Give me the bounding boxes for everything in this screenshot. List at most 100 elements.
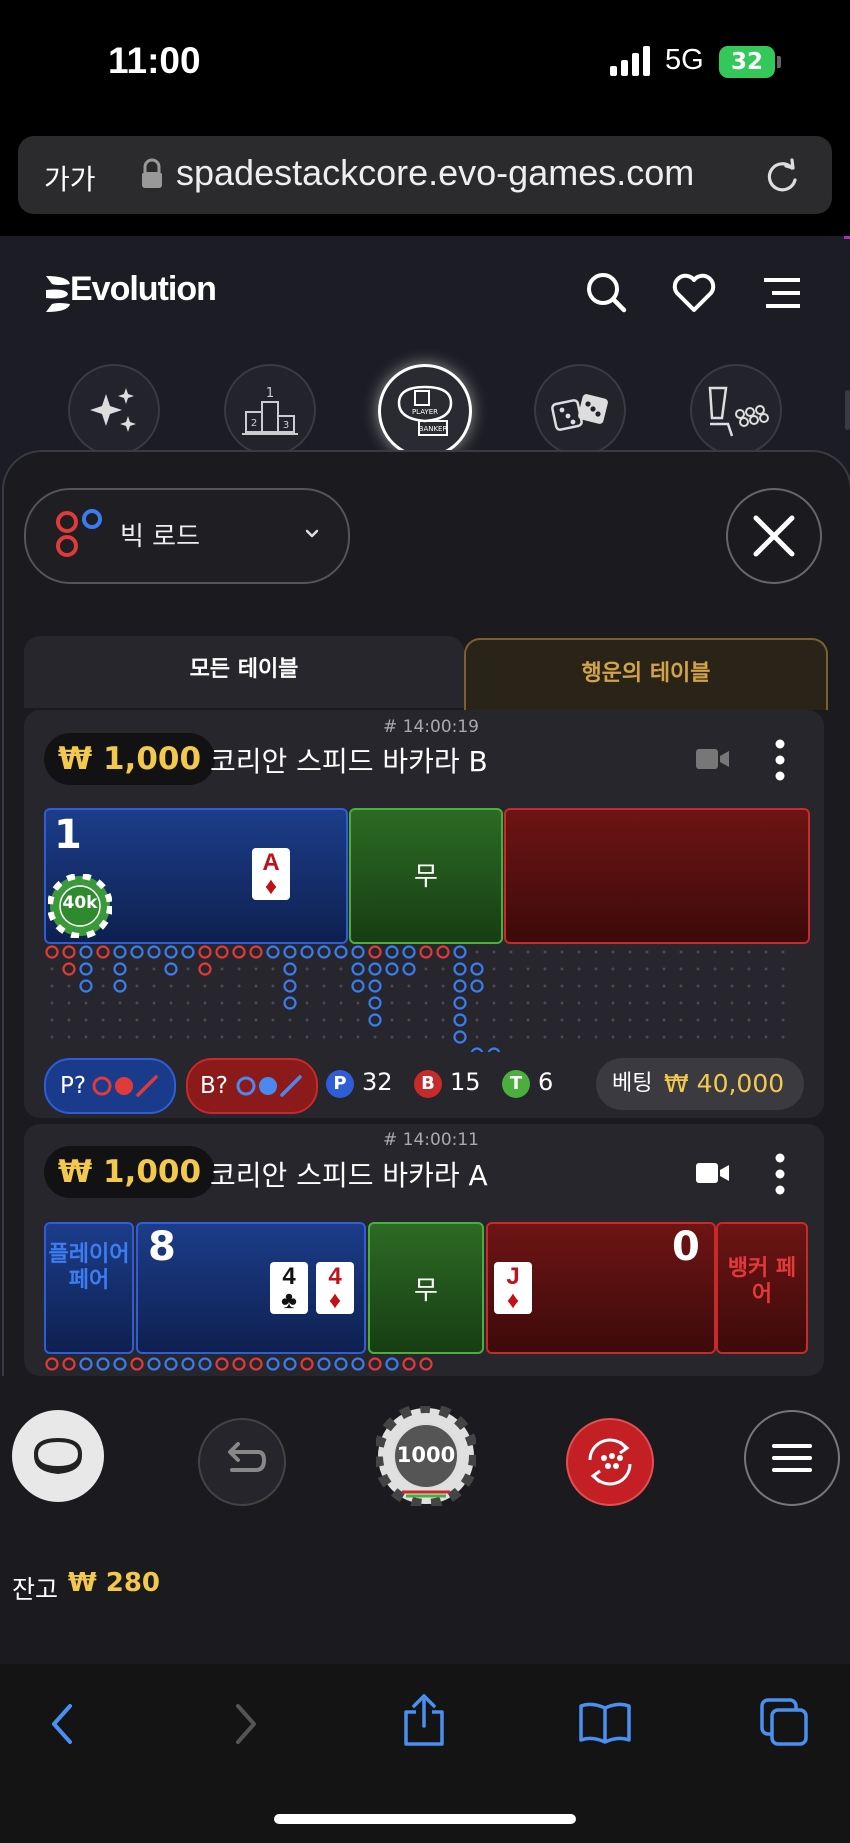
category-featured[interactable] — [68, 364, 160, 456]
podium-icon: 1 2 3 — [242, 386, 298, 435]
bookmarks-icon[interactable] — [578, 1700, 632, 1744]
back-icon[interactable] — [44, 1700, 80, 1748]
road-cell — [560, 1018, 564, 1022]
road-cell — [560, 1001, 564, 1005]
road-marker — [385, 962, 399, 976]
road-marker — [198, 945, 212, 959]
road-cell — [220, 1035, 224, 1039]
road-marker — [79, 979, 93, 993]
close-button[interactable] — [726, 488, 822, 584]
category-baccarat[interactable]: PLAYER BANKER — [378, 364, 472, 458]
road-marker — [215, 945, 229, 959]
road-marker — [300, 1357, 314, 1371]
road-cell — [781, 984, 785, 988]
road-cell — [220, 1018, 224, 1022]
repeat-bet-button[interactable] — [566, 1418, 654, 1506]
heart-icon[interactable] — [672, 271, 716, 315]
svg-text:BANKER: BANKER — [419, 425, 448, 433]
road-cell — [271, 967, 275, 971]
road-cell — [509, 1001, 513, 1005]
road-cell — [713, 1035, 717, 1039]
table-view-button[interactable] — [12, 1410, 104, 1502]
road-cell — [186, 984, 190, 988]
road-cell — [424, 984, 428, 988]
rebet-icon — [588, 1438, 632, 1486]
chip-selector[interactable]: 1000 — [373, 1403, 479, 1509]
road-cell — [67, 1018, 71, 1022]
road-marker — [368, 962, 382, 976]
tabs-icon[interactable] — [758, 1696, 810, 1748]
menu-button[interactable] — [744, 1410, 840, 1506]
reload-icon[interactable] — [762, 156, 802, 196]
evolution-logo[interactable]: Evolution — [44, 270, 244, 314]
road-marker — [334, 1357, 348, 1371]
road-cell — [254, 1035, 258, 1039]
road-cell — [628, 967, 632, 971]
menu-icon[interactable] — [760, 272, 804, 316]
road-marker — [351, 1357, 365, 1371]
battery-icon: 32 — [719, 46, 775, 78]
road-cell — [628, 1035, 632, 1039]
playing-card: 4 ♣ — [270, 1262, 308, 1314]
road-marker — [283, 979, 297, 993]
road-marker — [283, 996, 297, 1010]
road-cell — [135, 1035, 139, 1039]
road-cell — [322, 1018, 326, 1022]
road-cell — [611, 1035, 615, 1039]
dice-icon — [551, 394, 608, 431]
status-time: 11:00 — [108, 40, 201, 81]
road-cell — [203, 984, 207, 988]
brand-name: Evolution — [70, 270, 217, 308]
road-cell — [407, 1001, 411, 1005]
road-cell — [424, 967, 428, 971]
road-cell — [764, 1035, 768, 1039]
road-cell — [781, 1001, 785, 1005]
game-id: # 14:00:19 — [383, 717, 479, 737]
road-cell — [679, 1035, 683, 1039]
road-marker — [300, 945, 314, 959]
road-cell — [492, 1001, 496, 1005]
category-table-games[interactable] — [690, 364, 782, 456]
undo-button[interactable] — [198, 1418, 286, 1506]
road-cell — [747, 1018, 751, 1022]
bet-amount: ₩ 40,000 — [664, 1069, 785, 1098]
road-cell — [339, 984, 343, 988]
url-text[interactable]: spadestackcore.evo-games.com — [176, 152, 694, 194]
share-icon[interactable] — [400, 1692, 448, 1748]
road-marker — [266, 1357, 280, 1371]
category-dice[interactable] — [534, 364, 626, 456]
road-cell — [50, 984, 54, 988]
road-cell — [526, 967, 530, 971]
road-cell — [322, 1001, 326, 1005]
road-cell — [441, 967, 445, 971]
road-cell — [67, 1001, 71, 1005]
road-cell — [560, 967, 564, 971]
search-icon[interactable] — [584, 270, 628, 314]
video-camera-icon[interactable] — [696, 746, 730, 772]
road-marker — [113, 1357, 127, 1371]
road-marker — [436, 945, 450, 959]
road-cell — [101, 1001, 105, 1005]
road-cell — [645, 950, 649, 954]
player-predict-button[interactable]: P? — [44, 1058, 176, 1114]
tab-all-tables[interactable]: 모든 테이블 — [24, 636, 464, 708]
category-leaderboard[interactable]: 1 2 3 — [224, 364, 316, 456]
video-camera-icon[interactable] — [696, 1160, 730, 1186]
road-marker — [368, 979, 382, 993]
more-options-icon[interactable] — [770, 1152, 790, 1196]
tie-label: 무 — [414, 862, 438, 892]
banker-spot[interactable] — [504, 808, 810, 944]
road-cell — [713, 1018, 717, 1022]
forward-icon[interactable] — [228, 1700, 264, 1748]
bet-label: 베팅 — [612, 1071, 653, 1096]
banker-predict-button[interactable]: B? — [186, 1058, 318, 1114]
text-size-button[interactable]: 가가 — [44, 158, 96, 198]
balance-amount: ₩ 280 — [68, 1568, 161, 1598]
road-cell — [492, 950, 496, 954]
tab-lucky-tables[interactable]: 행운의 테이블 — [464, 638, 828, 710]
road-cell — [50, 967, 54, 971]
road-cell — [492, 967, 496, 971]
more-options-icon[interactable] — [770, 738, 790, 782]
road-cell — [305, 1035, 309, 1039]
road-marker — [317, 1357, 331, 1371]
